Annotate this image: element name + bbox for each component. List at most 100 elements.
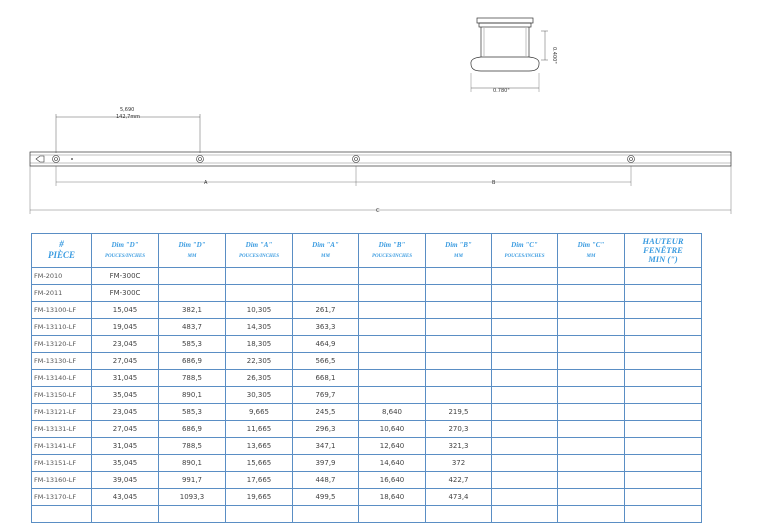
dimension-cell	[225, 505, 293, 523]
dimension-cell	[358, 284, 426, 302]
width-dimension-label: 0.780"	[493, 88, 510, 94]
dimension-a-label: A	[204, 180, 208, 186]
dimension-cell	[425, 335, 492, 353]
dimension-cell	[91, 505, 159, 523]
dimension-cell	[624, 454, 702, 472]
dimension-cell: 8,640	[358, 403, 426, 421]
dimension-cell: 270,3	[425, 420, 492, 438]
dimension-cell: 35,045	[91, 386, 159, 404]
dimension-cell	[425, 318, 492, 336]
header-hauteur-fenetre: HAUTEUR FENÊTRE MIN (")	[624, 233, 702, 268]
dimension-cell	[491, 471, 558, 489]
dimension-cell: 31,045	[91, 369, 159, 387]
table-row: FM-13150-LF 35,045 890,1 30,305 769,7	[31, 386, 702, 404]
dimension-cell	[491, 420, 558, 438]
part-number-cell: FM-13120-LF	[31, 335, 92, 353]
dimension-cell	[624, 403, 702, 421]
dimension-cell	[557, 369, 625, 387]
dimension-cell	[557, 335, 625, 353]
dimension-cell: 296,3	[292, 420, 359, 438]
dimension-cell	[557, 420, 625, 438]
dimension-cell: 16,640	[358, 471, 426, 489]
header-dim-d-mm: Dim "D" MM	[158, 233, 226, 268]
offset-mm-label: 142,7mm	[116, 114, 140, 120]
dimension-cell: 39,045	[91, 471, 159, 489]
dimension-cell: 686,9	[158, 352, 226, 370]
table-header-row: # PIÈCE Dim "D" POUCES/INCHES Dim "D" MM D…	[31, 233, 702, 268]
dimension-cell: 15,045	[91, 301, 159, 319]
table-row: FM-13160-LF 39,045 991,7 17,665 448,7 16,640 4…	[31, 471, 702, 489]
dimension-cell	[358, 335, 426, 353]
dimension-cell: 31,045	[91, 437, 159, 455]
part-number-cell: FM-13130-LF	[31, 352, 92, 370]
part-number-cell: FM-2010	[31, 267, 92, 285]
dimension-cell	[358, 386, 426, 404]
dimension-cell: 19,665	[225, 488, 293, 506]
dimension-cell: 448,7	[292, 471, 359, 489]
dimension-cell: 27,045	[91, 352, 159, 370]
dimension-cell	[425, 267, 492, 285]
dimension-cell	[557, 318, 625, 336]
dimension-cell: 14,640	[358, 454, 426, 472]
end-cap-icon	[35, 155, 45, 163]
dimension-cell	[624, 335, 702, 353]
dimension-cell	[557, 301, 625, 319]
table-row: FM-13110-LF 19,045 483,7 14,305 363,3	[31, 318, 702, 336]
dimension-cell: 9,665	[225, 403, 293, 421]
dimension-cell: 473,4	[425, 488, 492, 506]
dimension-cell: 23,045	[91, 403, 159, 421]
dimension-cell: 382,1	[158, 301, 226, 319]
table-row: FM-13151-LF 35,045 890,1 15,665 397,9 14,640 3…	[31, 454, 702, 472]
dimension-cell	[557, 284, 625, 302]
dimension-cell	[158, 267, 226, 285]
dimension-cell: 18,305	[225, 335, 293, 353]
header-piece: # PIÈCE	[31, 233, 92, 268]
dimension-cell	[557, 471, 625, 489]
offset-inches-label: 5,690	[120, 107, 134, 113]
dimension-cell: 43,045	[91, 488, 159, 506]
dimension-cell: 18,640	[358, 488, 426, 506]
dimension-cell	[624, 318, 702, 336]
dimension-cell: 19,045	[91, 318, 159, 336]
header-dim-c-inches: Dim "C" POUCES/INCHES	[491, 233, 558, 268]
dimension-cell: 10,640	[358, 420, 426, 438]
dimension-cell	[358, 318, 426, 336]
dimension-cell	[491, 267, 558, 285]
dimension-cell	[491, 369, 558, 387]
dimensions-table: # PIÈCE Dim "D" POUCES/INCHES Dim "D" MM D…	[31, 233, 702, 523]
dimension-cell	[624, 267, 702, 285]
dimension-cell: 991,7	[158, 471, 226, 489]
dimension-cell	[491, 454, 558, 472]
table-row	[31, 505, 702, 523]
dimension-cell	[358, 267, 426, 285]
part-number-cell: FM-13160-LF	[31, 471, 92, 489]
part-number-cell: FM-13150-LF	[31, 386, 92, 404]
table-row: FM-13170-LF 43,045 1093,3 19,665 499,5 18,640…	[31, 488, 702, 506]
table-body: FM-2010 FM-300C FM-2011 FM-300C FM-13100-LF 1…	[31, 267, 702, 523]
dimension-cell: 1093,3	[158, 488, 226, 506]
technical-drawing: 0.400" 0.780" 5,690 142,7mm A B C	[29, 17, 732, 214]
dimension-cell	[491, 335, 558, 353]
dimension-cell: 12,640	[358, 437, 426, 455]
dimension-cell: 17,665	[225, 471, 293, 489]
part-number-cell: FM-13110-LF	[31, 318, 92, 336]
dimension-b-label: B	[492, 180, 496, 186]
dimension-cell	[624, 352, 702, 370]
dimension-cell: 11,665	[225, 420, 293, 438]
dimension-cell	[491, 284, 558, 302]
dimension-cell	[491, 488, 558, 506]
dimension-cell: FM-300C	[91, 267, 159, 285]
part-number-cell: FM-2011	[31, 284, 92, 302]
dimension-cell	[358, 369, 426, 387]
dimension-cell: 397,9	[292, 454, 359, 472]
dimension-cell	[557, 386, 625, 404]
dimension-cell: 890,1	[158, 454, 226, 472]
table-row: FM-13100-LF 15,045 382,1 10,305 261,7	[31, 301, 702, 319]
dimension-cell: 321,3	[425, 437, 492, 455]
dimension-cell	[624, 301, 702, 319]
dimension-cell: 10,305	[225, 301, 293, 319]
dimension-cell: 788,5	[158, 437, 226, 455]
dimension-cell	[557, 437, 625, 455]
height-dimension-label: 0.400"	[551, 47, 557, 64]
dimension-cell	[158, 505, 226, 523]
